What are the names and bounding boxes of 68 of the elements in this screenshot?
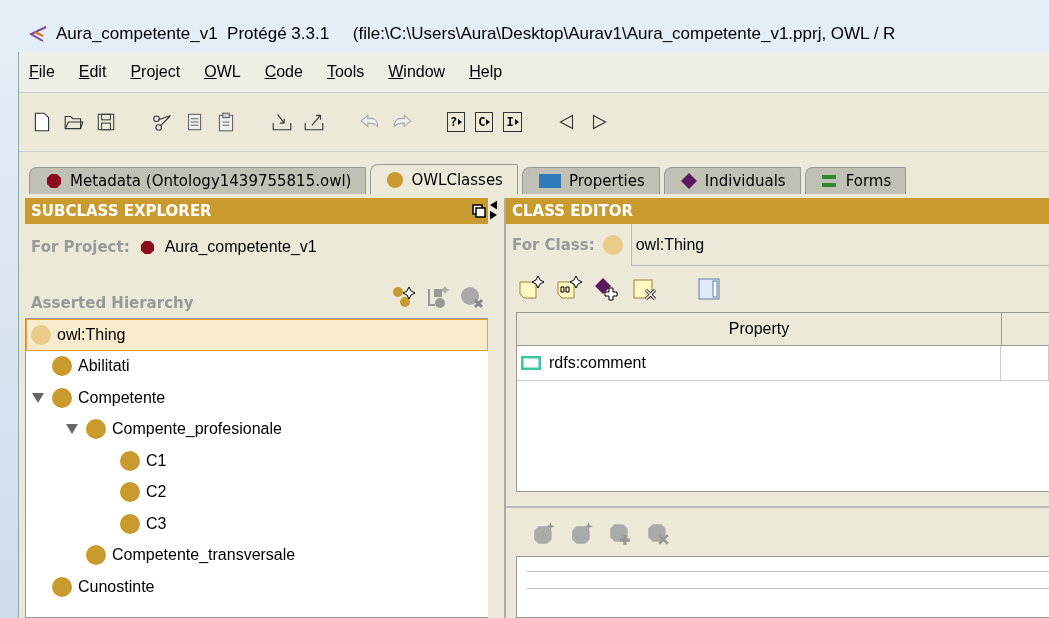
class-icon [52, 387, 72, 408]
panel-header: CLASS EDITOR [506, 198, 1049, 224]
maximize-icon[interactable] [472, 204, 486, 218]
menu-item[interactable]: Tools [326, 63, 365, 81]
tree-item[interactable]: C1 [26, 445, 488, 477]
menu-item[interactable]: Code [264, 63, 303, 81]
play-arrow-icon [458, 119, 463, 125]
class-icon [52, 356, 72, 377]
tab[interactable]: Individuals [663, 167, 801, 194]
tree-item[interactable]: Competente [26, 382, 488, 414]
section-label: Asserted Hierarchy [31, 294, 194, 312]
diamond-icon [680, 173, 697, 189]
save-icon[interactable] [95, 111, 117, 133]
class-icon [120, 482, 140, 503]
bars-icon [821, 173, 838, 189]
add-individual-icon[interactable] [594, 276, 620, 302]
menu-item[interactable]: Help [469, 63, 503, 81]
menu-item[interactable]: Project [130, 63, 181, 81]
class-icon [602, 235, 623, 255]
query-button[interactable]: C [475, 112, 494, 132]
collapse-arrow-icon[interactable] [490, 200, 497, 210]
remove-note-icon[interactable] [632, 276, 658, 302]
class-icon [86, 419, 106, 440]
play-arrow-icon [486, 119, 491, 125]
tree-item[interactable]: Competente_transversale [26, 539, 488, 571]
tree-item[interactable]: C2 [26, 476, 488, 508]
menu-item[interactable]: OWL [204, 63, 241, 81]
project-name: Aura_competente_v1 [164, 238, 317, 256]
window-title: Aura_competente_v1 Protégé 3.3.1 (file:\C:\Users\Aura\Desktop\Aurav1\Aura_competente_v1.pprj, OWL / R [56, 24, 896, 44]
tree-item[interactable]: owl:Thing [26, 319, 488, 351]
class-icon [120, 513, 140, 534]
tree-item[interactable]: Abilitati [26, 350, 488, 382]
tree-item[interactable]: Compente_profesionale [26, 413, 488, 445]
expand-arrow-icon[interactable] [490, 210, 497, 220]
delete-class-icon[interactable] [460, 285, 484, 309]
new-note-icon[interactable] [518, 276, 544, 302]
field-label: For Project: [31, 238, 130, 256]
tree-item[interactable]: C3 [26, 508, 488, 540]
add-subclass-icon[interactable] [392, 285, 416, 309]
menu-item[interactable]: Window [388, 63, 446, 81]
add-plus-icon [608, 522, 632, 546]
field-label: For Class: [512, 236, 595, 254]
tab[interactable]: OWLClasses [370, 164, 518, 194]
play-arrow-icon [514, 119, 519, 125]
remove-icon [646, 522, 670, 546]
class-icon [86, 545, 106, 566]
hexagon-icon [46, 173, 62, 189]
tab[interactable]: Forms [804, 167, 907, 194]
menu-item[interactable]: Edit [78, 63, 107, 81]
app-logo-icon [28, 24, 48, 44]
class-icon [31, 324, 51, 345]
circle-icon [387, 171, 404, 188]
menu-item[interactable]: File [29, 63, 55, 81]
class-name-field[interactable]: owl:Thing [630, 224, 1049, 266]
table-cell: rdfs:comment [549, 354, 646, 372]
class-icon [52, 576, 72, 597]
tab[interactable]: Metadata (Ontology1439755815.owl) [29, 167, 367, 194]
class-icon [120, 450, 140, 471]
annotation-property-icon [521, 356, 541, 370]
hexagon-icon [139, 239, 155, 255]
query-button[interactable]: I [503, 112, 522, 132]
new-document-icon[interactable] [556, 276, 582, 302]
query-button[interactable]: ? [447, 112, 466, 132]
tree-item[interactable]: Cunostinte [26, 571, 488, 603]
tab[interactable]: Properties [521, 167, 660, 194]
square-icon [538, 174, 561, 188]
import-icon[interactable] [271, 111, 293, 133]
panel-header: SUBCLASS EXPLORER [25, 198, 488, 224]
